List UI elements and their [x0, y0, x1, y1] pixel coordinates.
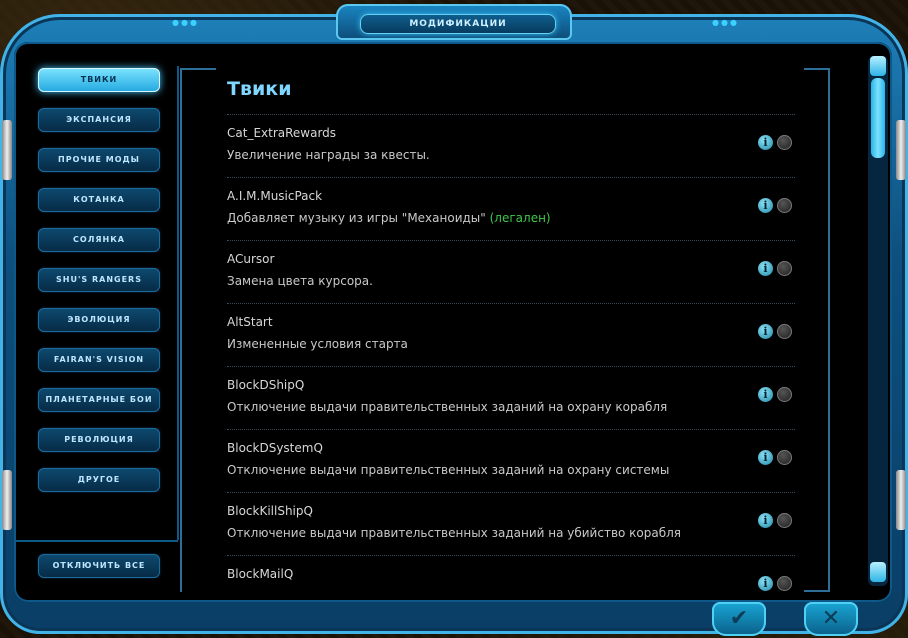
sidebar-item-kotanka[interactable]: КОТАНКА: [38, 188, 160, 212]
info-icon[interactable]: i: [758, 513, 773, 528]
mod-toggle[interactable]: [777, 324, 792, 339]
scroll-up-arrow[interactable]: [870, 56, 886, 76]
legal-badge: (легален): [489, 211, 551, 225]
page-title: Твики: [227, 78, 292, 100]
mod-row: BlockKillShipQ Отключение выдачи правите…: [227, 492, 795, 556]
info-icon[interactable]: i: [758, 198, 773, 213]
sidebar-item-other-mods[interactable]: ПРОЧИЕ МОДЫ: [38, 148, 160, 172]
info-icon[interactable]: i: [758, 450, 773, 465]
sidebar-item-evolution[interactable]: ЭВОЛЮЦИЯ: [38, 308, 160, 332]
sidebar-item-solyanka[interactable]: СОЛЯНКА: [38, 228, 160, 252]
mod-name: A.I.M.MusicPack: [227, 189, 323, 203]
info-icon[interactable]: i: [758, 135, 773, 150]
sidebar-item-tweaks[interactable]: ТВИКИ: [38, 68, 160, 92]
sidebar-item-other[interactable]: ДРУГОЕ: [38, 468, 160, 492]
mod-row: BlockDSystemQ Отключение выдачи правител…: [227, 429, 795, 493]
sidebar-item-planetary-battles[interactable]: ПЛАНЕТАРНЫЕ БОИ: [38, 388, 160, 412]
mod-toggle[interactable]: [777, 198, 792, 213]
sidebar-item-revolution[interactable]: РЕВОЛЮЦИЯ: [38, 428, 160, 452]
sidebar-item-shus-rangers[interactable]: SHU'S RANGERS: [38, 268, 160, 292]
mod-name: BlockMailQ: [227, 567, 294, 581]
mod-name: BlockDSystemQ: [227, 441, 323, 455]
mod-row: ACursor Замена цвета курсора. i: [227, 240, 795, 304]
mod-description: Добавляет музыку из игры "Механоиды" (ле…: [227, 211, 551, 225]
mod-toggle[interactable]: [777, 576, 792, 591]
mod-name: ACursor: [227, 252, 275, 266]
mod-description-text: Отключение выдачи правительственных зада…: [227, 526, 682, 540]
mod-toggle[interactable]: [777, 387, 792, 402]
frame-left-pipe: [2, 120, 12, 180]
disable-all-button[interactable]: ОТКЛЮЧИТЬ ВСЕ: [38, 554, 160, 578]
mod-description-text: Увеличение награды за квесты.: [227, 148, 430, 162]
mod-row: BlockDShipQ Отключение выдачи правительс…: [227, 366, 795, 430]
mod-row: AltStart Измененные условия старта i: [227, 303, 795, 367]
frame-corner-bottom-right: [804, 590, 828, 592]
mod-toggle[interactable]: [777, 450, 792, 465]
mod-description-text: Измененные условия старта: [227, 337, 408, 351]
mod-row: Cat_ExtraRewards Увеличение награды за к…: [227, 114, 795, 178]
info-icon[interactable]: i: [758, 387, 773, 402]
vertical-scrollbar[interactable]: [868, 56, 888, 586]
frame-edge-left: [180, 68, 182, 592]
mod-name: Cat_ExtraRewards: [227, 126, 337, 140]
scroll-down-arrow[interactable]: [870, 562, 886, 582]
title-lights-left: ●●●: [172, 18, 199, 27]
window-title: МОДИФИКАЦИИ: [360, 14, 556, 34]
frame-edge-right: [828, 68, 830, 592]
frame-corner-top-right: [804, 68, 828, 70]
mod-description: Отключение выдачи правительственных зада…: [227, 526, 681, 540]
mod-row: A.I.M.MusicPack Добавляет музыку из игры…: [227, 177, 795, 241]
mod-name: AltStart: [227, 315, 273, 329]
sidebar-item-fairans-vision[interactable]: FAIRAN'S VISION: [38, 348, 160, 372]
sidebar-divider-vertical: [177, 66, 179, 540]
mod-toggle[interactable]: [777, 513, 792, 528]
cancel-button[interactable]: ✕: [804, 602, 858, 636]
confirm-button[interactable]: ✔: [712, 602, 766, 636]
mod-toggle[interactable]: [777, 261, 792, 276]
mod-description: Измененные условия старта: [227, 337, 408, 351]
scroll-thumb[interactable]: [871, 78, 885, 158]
info-icon[interactable]: i: [758, 324, 773, 339]
mod-description-text: Замена цвета курсора.: [227, 274, 373, 288]
frame-right-pipe: [896, 120, 906, 180]
mod-description: Отключение выдачи правительственных зада…: [227, 463, 669, 477]
category-sidebar: ТВИКИ ЭКСПАНСИЯ ПРОЧИЕ МОДЫ КОТАНКА СОЛЯ…: [16, 56, 179, 600]
frame-corner-top-left: [180, 68, 216, 70]
sidebar-divider: [16, 540, 178, 542]
mod-description-text: Отключение выдачи правительственных зада…: [227, 400, 668, 414]
title-lights-right: ●●●: [712, 18, 739, 27]
mod-name: BlockDShipQ: [227, 378, 305, 392]
frame-right-pipe-lower: [896, 470, 906, 530]
frame-left-pipe-lower: [2, 470, 12, 530]
mod-description: Замена цвета курсора.: [227, 274, 373, 288]
mod-row: BlockMailQ i: [227, 555, 795, 592]
mod-description: Увеличение награды за квесты.: [227, 148, 430, 162]
mod-description-text: Отключение выдачи правительственных зада…: [227, 463, 670, 477]
info-icon[interactable]: i: [758, 576, 773, 591]
mod-toggle[interactable]: [777, 135, 792, 150]
mod-description-text: Добавляет музыку из игры "Механоиды": [227, 211, 486, 225]
sidebar-item-expansion[interactable]: ЭКСПАНСИЯ: [38, 108, 160, 132]
info-icon[interactable]: i: [758, 261, 773, 276]
mod-list: Cat_ExtraRewards Увеличение награды за к…: [227, 114, 795, 592]
mod-description: Отключение выдачи правительственных зада…: [227, 400, 667, 414]
mod-name: BlockKillShipQ: [227, 504, 313, 518]
